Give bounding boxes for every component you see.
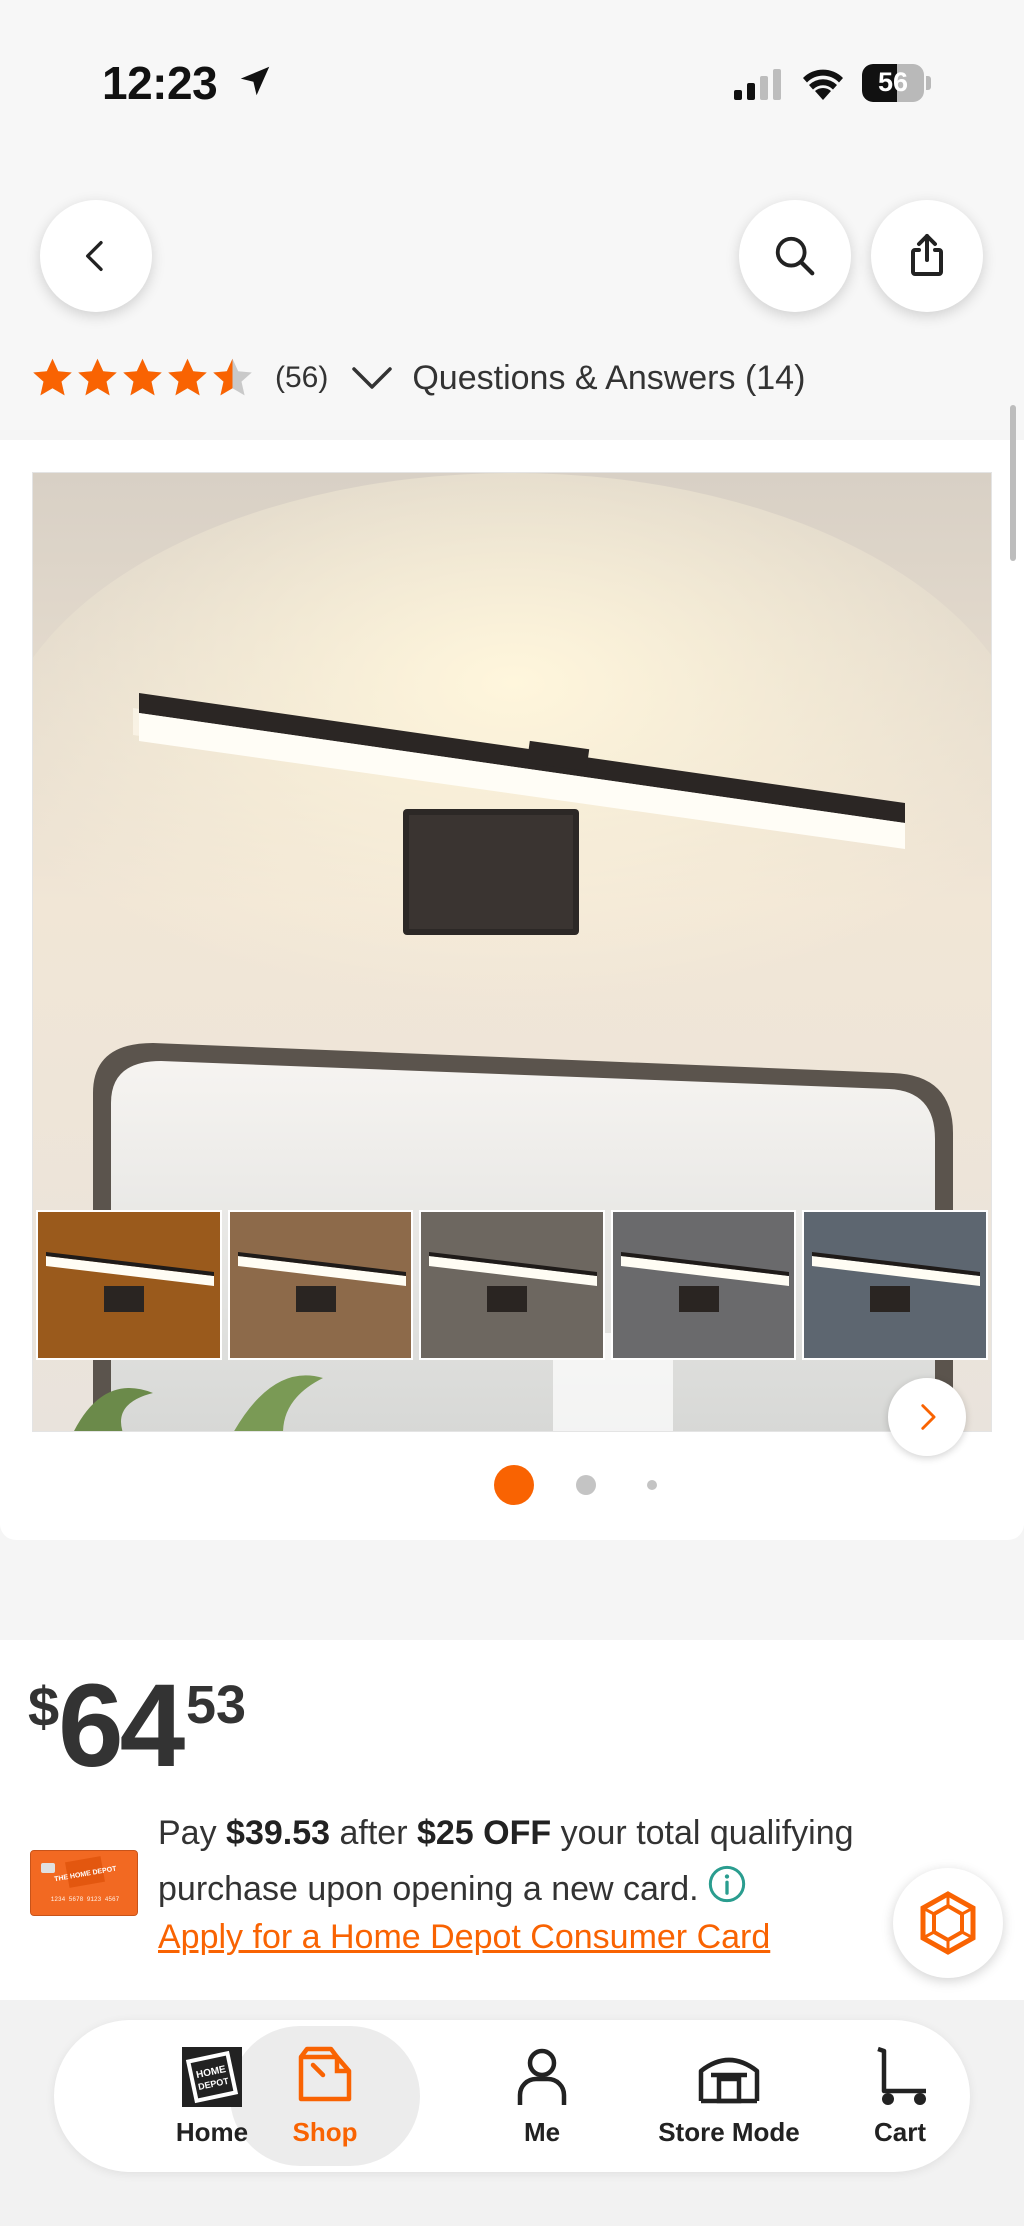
location-arrow-icon: [240, 66, 270, 96]
price-card: $ 64 53 THE HOME DEPOT 1234 5678 9123 45…: [0, 1640, 1024, 2000]
color-swatch[interactable]: [36, 1210, 222, 1360]
product-header: (56) Questions & Answers (14): [0, 160, 1024, 430]
bottom-navigation-area: HOME DEPOT Home Shop Me Store Mode Cart: [0, 2000, 1024, 2226]
battery-percent: 56: [877, 67, 909, 97]
credit-card-image: THE HOME DEPOT 1234 5678 9123 4567: [30, 1850, 138, 1916]
hexagon-chat-icon: [920, 1891, 976, 1955]
tab-bar: HOME DEPOT Home Shop Me Store Mode Cart: [54, 2020, 970, 2172]
promo-after: after: [330, 1814, 417, 1852]
color-swatch[interactable]: [227, 1210, 414, 1360]
color-swatch[interactable]: [802, 1210, 988, 1360]
star-icon: [213, 358, 252, 396]
cart-icon: [877, 2046, 926, 2105]
promo-amount: $39.53: [226, 1814, 331, 1852]
chevron-down-icon[interactable]: [350, 363, 394, 393]
apply-card-link[interactable]: Apply for a Home Depot Consumer Card: [158, 1918, 770, 1957]
tab-shop[interactable]: Shop: [230, 2020, 420, 2172]
color-swatch[interactable]: [419, 1210, 605, 1360]
star-rating: [30, 356, 255, 400]
status-time: 12:23: [102, 57, 218, 109]
search-icon: [775, 236, 815, 276]
price-cents: 53: [186, 1675, 247, 1735]
cellular-signal-icon: [734, 69, 781, 100]
wifi-icon: [803, 69, 843, 100]
tab-cart[interactable]: Cart: [830, 2020, 970, 2172]
star-icon: [123, 358, 162, 396]
shop-bag-icon: [298, 2046, 352, 2101]
chevron-left-icon: [86, 241, 103, 271]
pagination-dot[interactable]: [647, 1480, 657, 1490]
questions-answers-link[interactable]: Questions & Answers (14): [412, 359, 805, 398]
person-icon: [517, 2048, 567, 2105]
scroll-indicator: [1010, 405, 1016, 561]
pagination-dot-active[interactable]: [494, 1465, 534, 1505]
color-temperature-swatches: [36, 1210, 988, 1360]
status-bar: 12:23 56: [0, 0, 1024, 160]
price-dollars: 64: [58, 1660, 185, 1792]
star-icon: [168, 358, 207, 396]
store-icon: [698, 2057, 760, 2103]
price-currency: $: [28, 1675, 60, 1738]
star-icon: [33, 358, 72, 396]
review-count[interactable]: (56): [275, 361, 328, 395]
share-icon: [911, 234, 943, 276]
tab-cart-label: Cart: [873, 2116, 926, 2147]
info-icon[interactable]: [707, 1864, 747, 1904]
card-promo-text: Pay $39.53 after $25 OFF your total qual…: [158, 1805, 918, 1917]
color-swatch[interactable]: [610, 1210, 797, 1360]
next-image-button[interactable]: [888, 1378, 966, 1456]
chevron-right-icon: [921, 1404, 936, 1430]
product-gallery: [0, 440, 1024, 1540]
rating-row[interactable]: (56) Questions & Answers (14): [30, 350, 805, 406]
share-button[interactable]: [871, 200, 983, 312]
image-pagination-dots: [0, 1465, 1024, 1505]
tab-store-mode-label: Store Mode: [658, 2116, 800, 2147]
star-icon: [78, 358, 117, 396]
battery-icon: 56: [862, 64, 932, 102]
tab-store-mode[interactable]: Store Mode: [594, 2020, 864, 2172]
back-button[interactable]: [40, 200, 152, 312]
product-page: 12:23 56 (56) Questions & Answers (14) $…: [0, 0, 1024, 2226]
tab-me-label: Me: [523, 2116, 561, 2147]
tab-shop-label: Shop: [292, 2116, 358, 2147]
search-button[interactable]: [739, 200, 851, 312]
promo-pay: Pay: [158, 1814, 227, 1852]
promo-discount: $25 OFF: [416, 1814, 552, 1852]
pagination-dot[interactable]: [576, 1475, 596, 1495]
card-number-text: 1234 5678 9123 4567: [51, 1896, 120, 1903]
chat-assistant-button[interactable]: [893, 1868, 1003, 1978]
